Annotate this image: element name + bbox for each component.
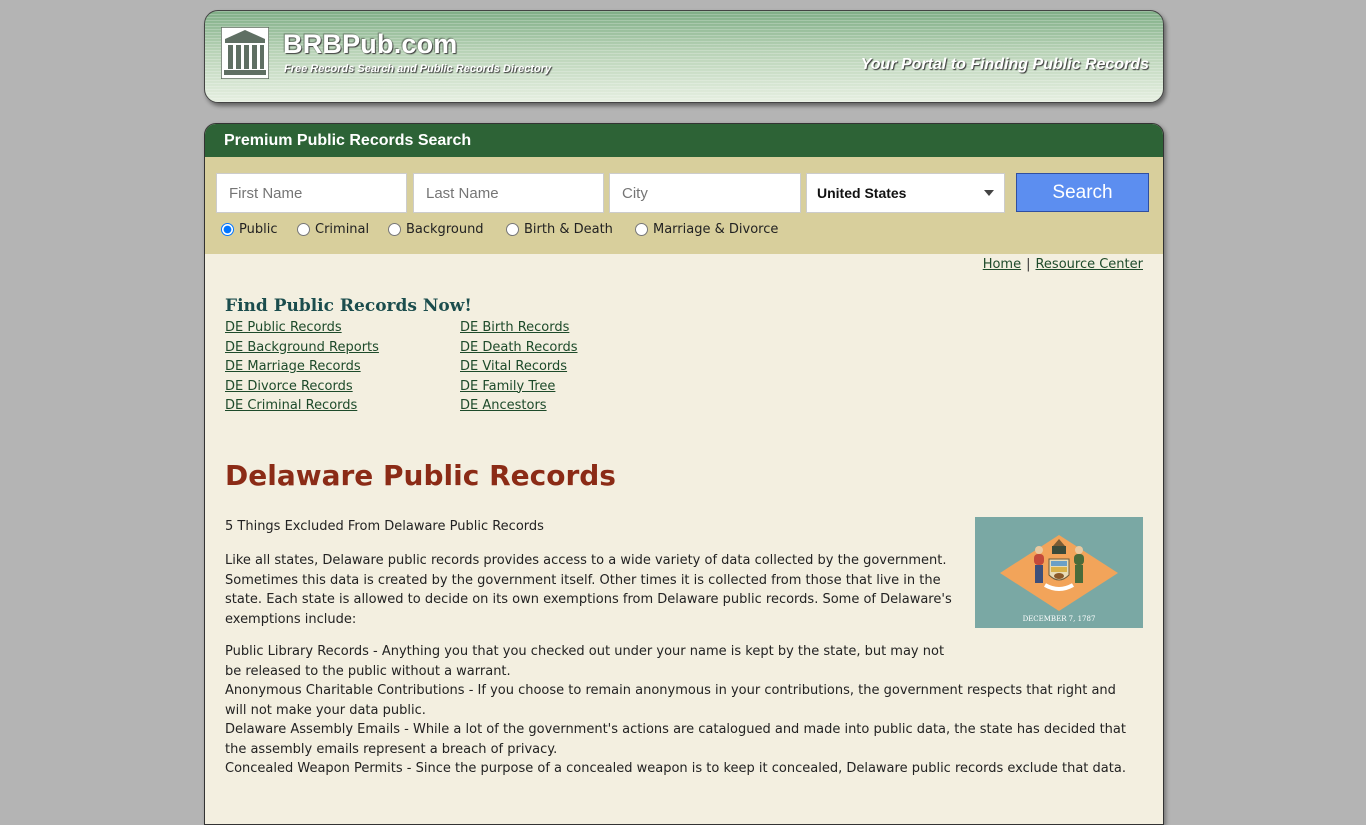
radio-criminal-input[interactable] xyxy=(297,223,310,236)
radio-criminal[interactable]: Criminal xyxy=(297,222,369,237)
radio-public-input[interactable] xyxy=(221,223,234,236)
delaware-flag-image: DECEMBER 7, 1787 xyxy=(975,517,1143,628)
main-panel: Premium Public Records Search United Sta… xyxy=(204,123,1164,825)
radio-birth-death-label: Birth & Death xyxy=(524,222,613,237)
site-header: BRBPub.com Free Records Search and Publi… xyxy=(204,10,1164,103)
site-title[interactable]: BRBPub.com xyxy=(283,29,458,60)
courthouse-logo-icon[interactable] xyxy=(221,27,269,79)
article-subhead: 5 Things Excluded From Delaware Public R… xyxy=(225,519,544,534)
page-content: Home | Resource Center Find Public Records… xyxy=(205,254,1163,824)
records-links-column-1: DE Public Records DE Background Reports … xyxy=(225,318,379,416)
nav-separator: | xyxy=(1026,257,1031,272)
country-select[interactable]: United States xyxy=(806,173,1005,213)
radio-marriage-divorce[interactable]: Marriage & Divorce xyxy=(635,222,778,237)
link-de-criminal-records[interactable]: DE Criminal Records xyxy=(225,396,379,416)
portal-slogan: Your Portal to Finding Public Records xyxy=(860,56,1149,73)
article-item-library: Public Library Records - Anything you th… xyxy=(225,644,945,679)
radio-background[interactable]: Background xyxy=(388,222,484,237)
link-de-background-reports[interactable]: DE Background Reports xyxy=(225,338,379,358)
link-de-death-records[interactable]: DE Death Records xyxy=(460,338,578,358)
radio-criminal-label: Criminal xyxy=(315,222,370,237)
link-de-divorce-records[interactable]: DE Divorce Records xyxy=(225,377,379,397)
first-name-input[interactable] xyxy=(216,173,407,213)
radio-birth-death[interactable]: Birth & Death xyxy=(506,222,613,237)
article-item-charitable: Anonymous Charitable Contributions - If … xyxy=(225,683,1116,718)
resource-center-link[interactable]: Resource Center xyxy=(1035,257,1143,272)
site-tagline: Free Records Search and Public Records D… xyxy=(284,63,552,75)
link-de-marriage-records[interactable]: DE Marriage Records xyxy=(225,357,379,377)
article-item-assembly-emails: Delaware Assembly Emails - While a lot o… xyxy=(225,722,1126,757)
link-de-birth-records[interactable]: DE Birth Records xyxy=(460,318,578,338)
link-de-vital-records[interactable]: DE Vital Records xyxy=(460,357,578,377)
search-panel-title: Premium Public Records Search xyxy=(205,124,1163,157)
last-name-input[interactable] xyxy=(413,173,604,213)
search-form: United States Search Public Criminal Bac… xyxy=(205,157,1163,254)
page-title: Delaware Public Records xyxy=(225,459,616,492)
link-de-ancestors[interactable]: DE Ancestors xyxy=(460,396,578,416)
article-item-concealed-weapons: Concealed Weapon Permits - Since the pur… xyxy=(225,761,1126,776)
radio-marriage-divorce-input[interactable] xyxy=(635,223,648,236)
country-select-value: United States xyxy=(817,185,907,201)
radio-public-label: Public xyxy=(239,222,278,237)
link-de-family-tree[interactable]: DE Family Tree xyxy=(460,377,578,397)
city-input[interactable] xyxy=(609,173,801,213)
radio-background-label: Background xyxy=(406,222,484,237)
find-records-heading: Find Public Records Now! xyxy=(225,296,472,316)
breadcrumb: Home | Resource Center xyxy=(983,257,1143,272)
radio-birth-death-input[interactable] xyxy=(506,223,519,236)
article-intro: Like all states, Delaware public records… xyxy=(225,553,952,627)
radio-marriage-divorce-label: Marriage & Divorce xyxy=(653,222,779,237)
flag-date-text: DECEMBER 7, 1787 xyxy=(1023,615,1096,623)
records-links-column-2: DE Birth Records DE Death Records DE Vit… xyxy=(460,318,578,416)
radio-background-input[interactable] xyxy=(388,223,401,236)
link-de-public-records[interactable]: DE Public Records xyxy=(225,318,379,338)
radio-public[interactable]: Public xyxy=(221,222,277,237)
chevron-down-icon xyxy=(984,190,994,196)
home-link[interactable]: Home xyxy=(983,257,1021,272)
search-button[interactable]: Search xyxy=(1016,173,1149,212)
